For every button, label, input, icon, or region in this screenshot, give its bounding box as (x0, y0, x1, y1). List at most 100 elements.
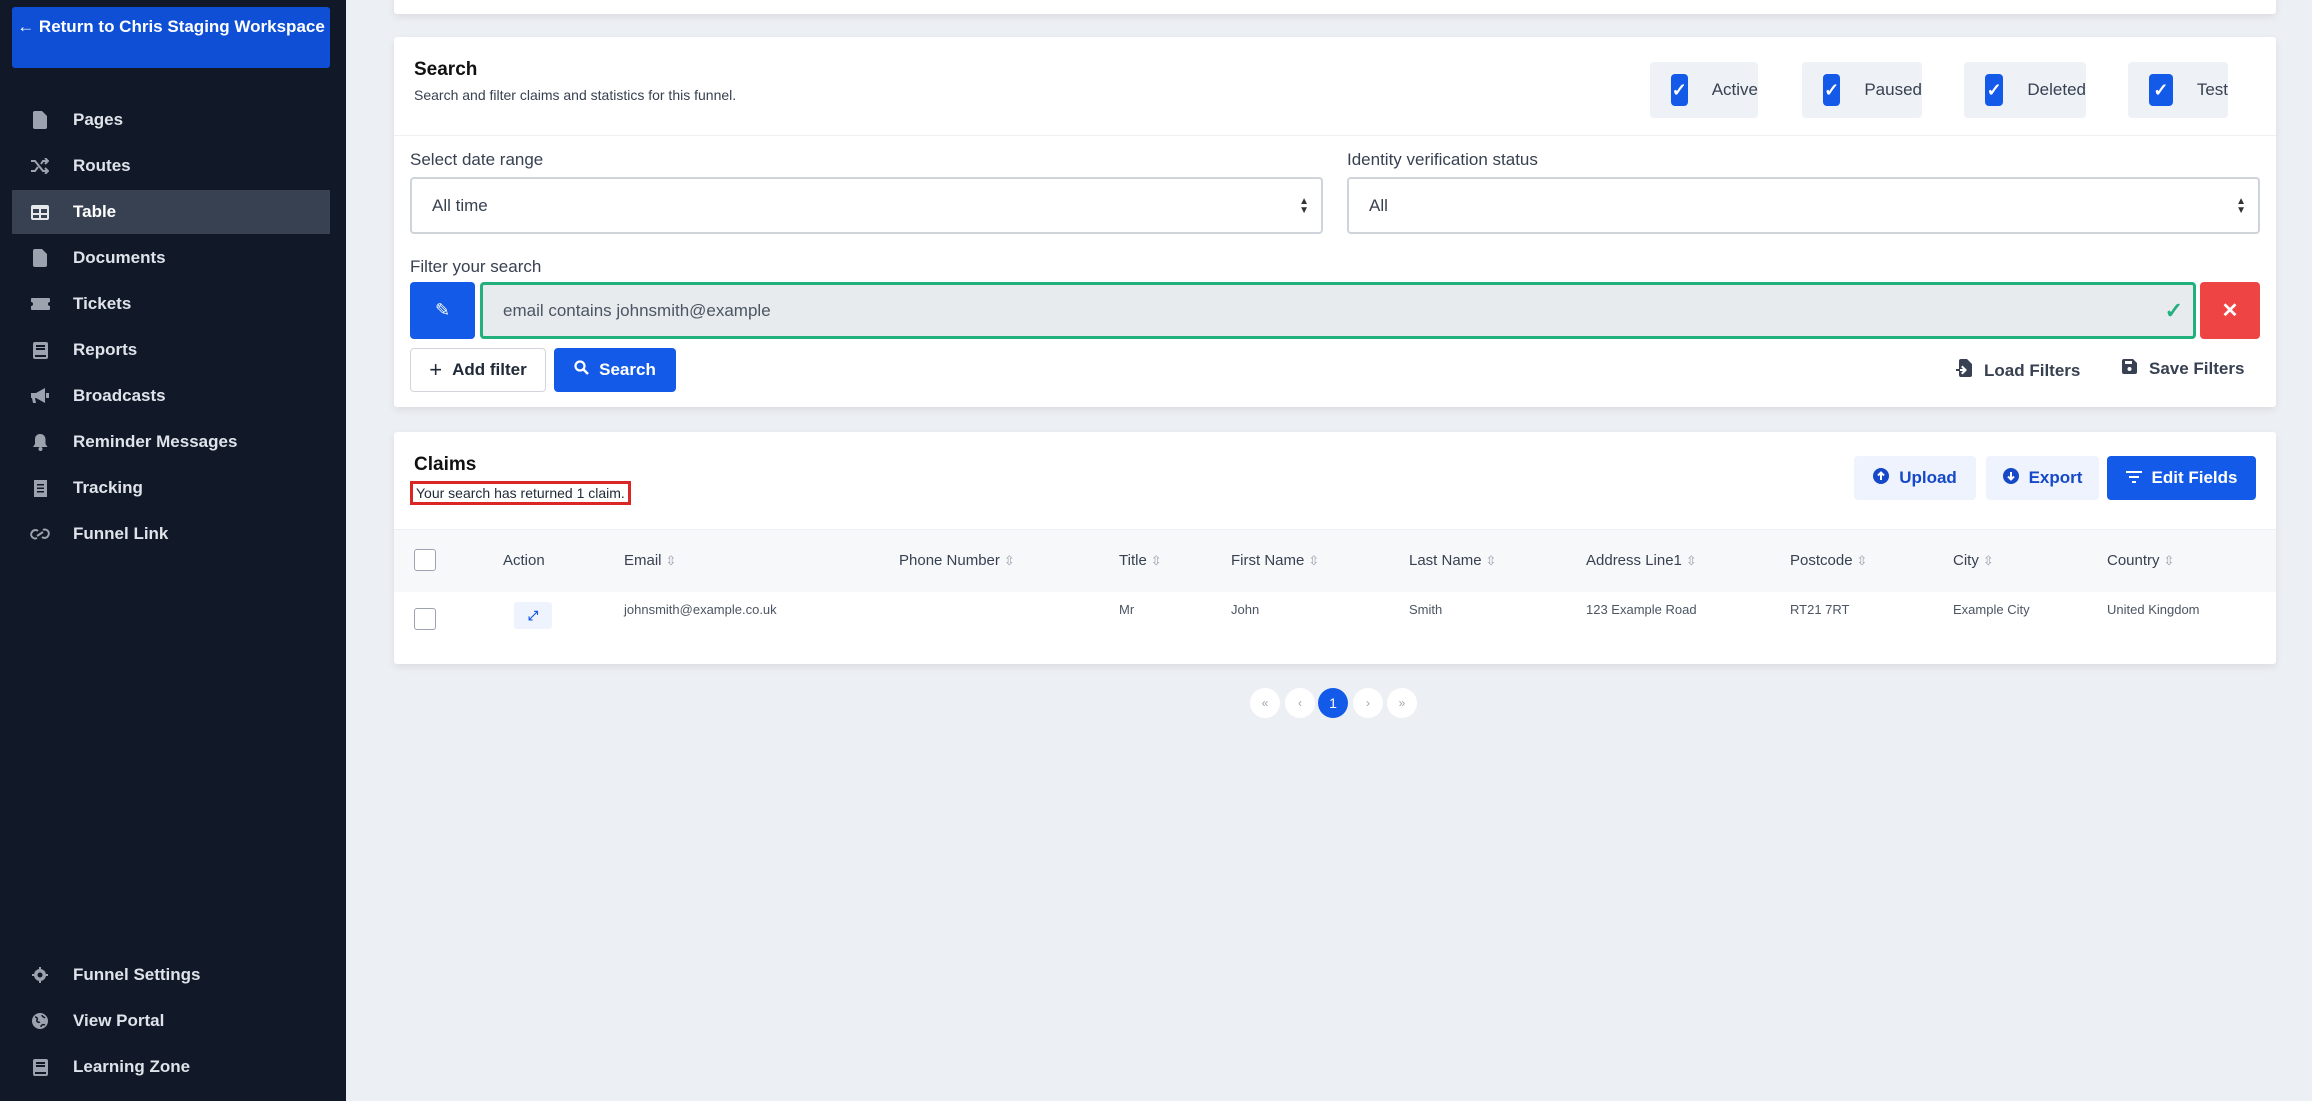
column-header-postcode[interactable]: Postcode ⇳ (1790, 552, 1867, 569)
table-header: Action Email ⇳ Phone Number ⇳ Title ⇳ First… (394, 529, 2276, 592)
pagination-page-current[interactable]: 1 (1318, 688, 1348, 718)
sort-icon[interactable]: ⇳ (1151, 553, 1162, 568)
upload-button[interactable]: Upload (1854, 456, 1976, 500)
column-header-phone[interactable]: Phone Number ⇳ (899, 552, 1015, 569)
column-header-first-name[interactable]: First Name ⇳ (1231, 552, 1319, 569)
sidebar-item-tracking[interactable]: Tracking (12, 466, 330, 510)
check-icon: ✓ (2164, 297, 2183, 323)
file-import-icon (1956, 359, 1972, 382)
pagination-next[interactable]: › (1353, 688, 1383, 718)
sidebar-item-reports[interactable]: Reports (12, 328, 330, 372)
search-button[interactable]: Search (554, 348, 676, 392)
sidebar-item-label: Reports (73, 340, 138, 359)
claims-panel: Claims Your search has returned 1 claim.… (394, 432, 2276, 664)
floppy-disk-icon (2122, 359, 2137, 379)
globe-icon (29, 1013, 51, 1029)
sort-icon[interactable]: ⇳ (1686, 553, 1697, 568)
sidebar-item-reminder-messages[interactable]: Reminder Messages (12, 420, 330, 464)
sort-icon[interactable]: ⇳ (1308, 553, 1319, 568)
status-filter-label: Deleted (2027, 80, 2086, 99)
status-filter-test[interactable]: ✓ Test (2128, 62, 2228, 118)
idv-status-select[interactable]: All ▲ ▼ (1347, 177, 2260, 234)
book-icon (29, 341, 51, 359)
sort-icon[interactable]: ⇳ (1486, 553, 1497, 568)
upload-label: Upload (1899, 468, 1957, 487)
column-header-last-name[interactable]: Last Name ⇳ (1409, 552, 1496, 569)
pagination-last[interactable]: » (1387, 688, 1417, 718)
column-header-city[interactable]: City ⇳ (1953, 552, 1994, 569)
sidebar-item-funnel-settings[interactable]: Funnel Settings (12, 953, 330, 997)
return-to-workspace-button[interactable]: ← Return to Chris Staging Workspace (12, 7, 330, 68)
date-range-value: All time (432, 195, 488, 215)
ticket-icon (29, 298, 51, 310)
shuffle-icon (29, 158, 51, 174)
column-header-email[interactable]: Email ⇳ (624, 552, 676, 569)
claims-title: Claims (414, 454, 477, 475)
cell-city: Example City (1953, 602, 2030, 617)
edit-fields-button[interactable]: Edit Fields (2107, 456, 2256, 500)
status-filter-active[interactable]: ✓ Active (1650, 62, 1758, 118)
sort-icon[interactable]: ⇳ (1857, 553, 1868, 568)
cell-last-name: Smith (1409, 602, 1443, 617)
checkbox-checked-icon[interactable]: ✓ (1671, 74, 1688, 106)
sort-icon[interactable]: ⇳ (666, 553, 677, 568)
pencil-icon: ✎ (434, 300, 451, 320)
row-checkbox[interactable] (414, 608, 436, 630)
checkbox-checked-icon[interactable]: ✓ (2149, 74, 2173, 106)
remove-filter-button[interactable]: ✕ (2200, 282, 2260, 339)
book-icon (29, 1058, 51, 1076)
expand-row-button[interactable]: ⤢ (514, 602, 552, 629)
arrow-up-circle-icon (1873, 467, 1890, 489)
add-filter-button[interactable]: + Add filter (410, 348, 546, 392)
sidebar-item-table[interactable]: Table (12, 190, 330, 234)
load-filters-label: Load Filters (1984, 360, 2081, 380)
sidebar-item-label: Reminder Messages (73, 432, 238, 451)
status-filter-paused[interactable]: ✓ Paused (1802, 62, 1922, 118)
column-header-title[interactable]: Title ⇳ (1119, 552, 1162, 569)
filter-value: email contains johnsmith@example (503, 300, 771, 320)
pagination-prev[interactable]: ‹ (1285, 688, 1315, 718)
edit-filter-button[interactable]: ✎ (410, 282, 475, 339)
filter-input[interactable]: email contains johnsmith@example ✓ (480, 282, 2196, 339)
sidebar-item-tickets[interactable]: Tickets (12, 282, 330, 326)
table-icon (29, 204, 51, 220)
column-header-address-line1[interactable]: Address Line1 ⇳ (1586, 552, 1697, 569)
checkbox-checked-icon[interactable]: ✓ (1985, 74, 2004, 106)
status-filter-deleted[interactable]: ✓ Deleted (1964, 62, 2086, 118)
sidebar-item-routes[interactable]: Routes (12, 144, 330, 188)
sidebar: ← Return to Chris Staging Workspace Page… (0, 0, 346, 1101)
sidebar-item-pages[interactable]: Pages (12, 98, 330, 142)
sort-icon[interactable]: ⇳ (1004, 553, 1015, 568)
sidebar-item-broadcasts[interactable]: Broadcasts (12, 374, 330, 418)
top-card (394, 0, 2276, 14)
sidebar-item-label: Pages (73, 110, 124, 129)
cell-first-name: John (1231, 602, 1260, 617)
sidebar-item-learning-zone[interactable]: Learning Zone (12, 1045, 330, 1089)
search-panel: Search Search and filter claims and stat… (394, 37, 2276, 407)
filter-label: Filter your search (410, 257, 542, 276)
export-button[interactable]: Export (1986, 456, 2099, 500)
sidebar-item-label: View Portal (73, 1011, 165, 1030)
sidebar-item-label: Tickets (73, 294, 132, 313)
date-range-select[interactable]: All time ▲ ▼ (410, 177, 1323, 234)
load-filters-button[interactable]: Load Filters (1956, 359, 2080, 382)
sort-icon[interactable]: ⇳ (2164, 553, 2175, 568)
link-icon (29, 527, 51, 541)
cell-title: Mr (1119, 602, 1135, 617)
column-header-country[interactable]: Country ⇳ (2107, 552, 2174, 569)
idv-status-value: All (1369, 195, 1388, 215)
select-all-checkbox[interactable] (414, 549, 436, 571)
sidebar-item-view-portal[interactable]: View Portal (12, 999, 330, 1043)
status-filter-label: Test (2196, 80, 2228, 99)
search-label: Search (599, 360, 656, 379)
checkbox-checked-icon[interactable]: ✓ (1823, 74, 1841, 106)
select-arrows-icon: ▲ ▼ (1299, 196, 1309, 216)
save-filters-button[interactable]: Save Filters (2122, 359, 2244, 379)
file-icon (29, 249, 51, 267)
pagination-first[interactable]: « (1250, 688, 1280, 718)
arrow-down-circle-icon (2002, 467, 2019, 489)
sidebar-item-funnel-link[interactable]: Funnel Link (12, 512, 330, 556)
sidebar-item-documents[interactable]: Documents (12, 236, 330, 280)
sort-icon[interactable]: ⇳ (1983, 553, 1994, 568)
receipt-icon (29, 479, 51, 497)
